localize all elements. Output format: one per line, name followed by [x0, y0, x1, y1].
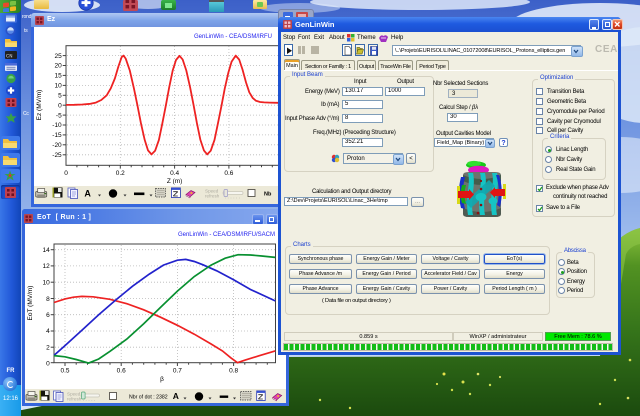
svg-text:15: 15 [54, 73, 62, 80]
svg-text:Z (m): Z (m) [167, 178, 183, 185]
svg-text:A: A [84, 189, 91, 199]
svg-text:Nbr of dot : 2382: Nbr of dot : 2382 [129, 395, 168, 401]
svg-text:0.5: 0.5 [60, 368, 69, 375]
svg-text:5: 5 [58, 93, 62, 100]
svg-text:0.6: 0.6 [224, 170, 233, 177]
svg-text:6: 6 [46, 312, 50, 319]
svg-text:0.6: 0.6 [117, 368, 126, 375]
svg-text:-5: -5 [56, 112, 62, 119]
svg-text:25: 25 [54, 53, 62, 60]
svg-text:-10: -10 [52, 122, 62, 129]
svg-text:-15: -15 [52, 132, 62, 139]
svg-text:0.8: 0.8 [229, 368, 238, 375]
svg-text:refresh: refresh [67, 397, 82, 402]
svg-text:0.7: 0.7 [173, 368, 182, 375]
svg-text:10: 10 [54, 83, 62, 90]
svg-text:Nb: Nb [264, 192, 272, 198]
svg-text:GenLinWin - CEA/DSM/IRFU: GenLinWin - CEA/DSM/IRFU [194, 34, 272, 40]
svg-text:10: 10 [42, 280, 50, 287]
svg-text:8: 8 [46, 296, 50, 303]
svg-text:A: A [173, 391, 179, 401]
svg-text:12: 12 [42, 263, 50, 270]
svg-text:0.2: 0.2 [116, 170, 125, 177]
svg-text:0: 0 [64, 170, 68, 177]
svg-text:-20: -20 [52, 142, 62, 149]
svg-text:0: 0 [58, 102, 62, 109]
svg-text:0: 0 [46, 360, 50, 367]
svg-text:Ez (MV/m): Ez (MV/m) [36, 90, 43, 121]
svg-text:2: 2 [46, 345, 50, 352]
svg-text:refresh: refresh [205, 194, 220, 199]
svg-text:β: β [160, 376, 164, 383]
svg-text:4: 4 [46, 328, 50, 335]
svg-text:CN: CN [6, 53, 13, 60]
svg-text:20: 20 [54, 63, 62, 70]
svg-text:14: 14 [42, 247, 50, 254]
svg-text:0.4: 0.4 [170, 170, 179, 177]
svg-text:-25: -25 [52, 152, 62, 159]
svg-text:GenLinWin - CEA/DSM/IRFU/SACM: GenLinWin - CEA/DSM/IRFU/SACM [178, 232, 275, 238]
svg-text:EoT (MV/m): EoT (MV/m) [27, 286, 34, 321]
